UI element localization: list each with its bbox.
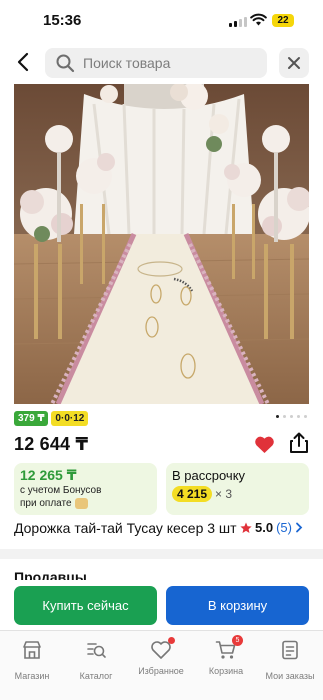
cellular-signal-icon — [229, 16, 247, 27]
tab-orders[interactable]: Мои заказы — [258, 639, 322, 681]
installment-badge: 379 ₸ — [14, 411, 49, 426]
installment-title: В рассрочку — [172, 468, 246, 483]
buy-now-button[interactable]: Купить сейчас — [14, 586, 157, 625]
installment-amount-row: 4 215 × 3 — [172, 486, 232, 502]
favorites-dot — [168, 637, 175, 644]
tab-label: Каталог — [79, 671, 113, 681]
tab-shop[interactable]: Магазин — [0, 639, 64, 681]
orders-icon — [282, 640, 298, 660]
status-bar: 15:36 22 — [0, 0, 323, 40]
search-icon — [56, 54, 75, 73]
plan-badge: 0·0·12 — [51, 411, 89, 426]
tab-label: Корзина — [208, 666, 244, 676]
rating-link[interactable]: 5.0 (5) — [240, 520, 303, 535]
heart-outline-icon-wrap — [150, 637, 175, 661]
bottom-tab-bar: Магазин Каталог Избранное 5 Корзина Мои … — [0, 630, 323, 700]
bonus-icon — [74, 498, 88, 509]
favorite-heart-icon[interactable] — [254, 435, 275, 454]
product-price: 12 644 ₸ — [14, 434, 89, 454]
battery-indicator: 22 — [272, 14, 294, 27]
star-icon — [240, 522, 252, 533]
product-image[interactable] — [14, 84, 309, 404]
close-icon — [288, 57, 300, 69]
search-bar[interactable] — [45, 48, 267, 78]
tab-catalog[interactable]: Каталог — [64, 639, 128, 681]
product-title: Дорожка тай-тай Тусау кесер 3 шт — [14, 520, 237, 536]
shop-icon — [23, 641, 41, 659]
back-arrow-icon[interactable] — [13, 50, 35, 74]
wifi-icon — [250, 13, 267, 26]
gallery-pagination — [276, 415, 307, 418]
search-header — [0, 40, 323, 84]
close-button[interactable] — [279, 48, 309, 78]
bonus-payment-caption: при оплате — [20, 498, 72, 509]
tab-label: Избранное — [138, 666, 184, 676]
status-time: 15:36 — [43, 12, 82, 29]
tab-label: Мои заказы — [265, 671, 315, 681]
tab-favorites[interactable]: Избранное — [129, 637, 193, 676]
tab-cart[interactable]: 5 Корзина — [194, 635, 258, 676]
installment-amount: 4 215 — [172, 486, 213, 502]
review-count[interactable]: (5) — [276, 520, 292, 535]
chevron-right-icon — [296, 522, 303, 533]
product-photo-illustration — [14, 84, 309, 404]
installment-multiplier: × 3 — [215, 487, 233, 501]
add-to-cart-button[interactable]: В корзину — [166, 586, 309, 625]
installment-card[interactable]: В рассрочку 4 215 × 3 — [166, 463, 309, 515]
search-input[interactable] — [83, 55, 253, 71]
bonus-caption: с учетом Бонусов — [20, 485, 102, 496]
rating-score: 5.0 — [255, 520, 274, 535]
catalog-search-icon — [87, 643, 106, 658]
cart-count-badge: 5 — [232, 635, 243, 646]
tab-label: Магазин — [14, 671, 50, 681]
action-bar: Купить сейчас В корзину — [0, 580, 323, 630]
bonus-payment-row: при оплате — [20, 498, 88, 509]
bonus-price: 12 265 ₸ — [20, 467, 77, 483]
share-icon[interactable] — [289, 432, 309, 454]
cart-icon-wrap: 5 — [215, 635, 243, 661]
bonus-price-card[interactable]: 12 265 ₸ с учетом Бонусов при оплате — [14, 463, 157, 515]
section-divider — [0, 549, 323, 559]
product-badges: 379 ₸ 0·0·12 — [14, 411, 89, 426]
